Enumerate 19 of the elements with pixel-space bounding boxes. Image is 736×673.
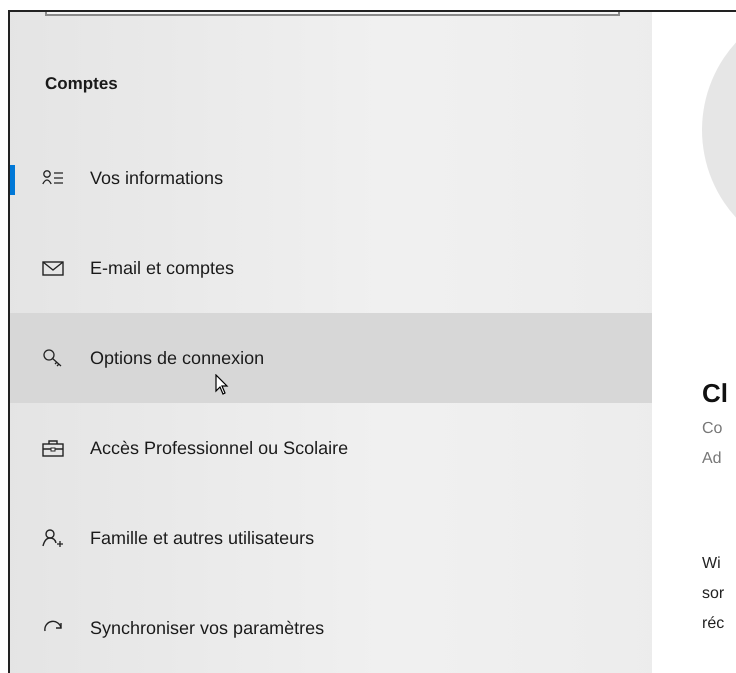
envelope-icon — [42, 259, 64, 278]
section-heading: Comptes — [45, 74, 118, 93]
description-line: réc — [702, 614, 724, 634]
sidebar-item[interactable]: Famille et autres utilisateurs — [10, 493, 652, 584]
account-detail: Ad — [702, 449, 722, 469]
sidebar-item[interactable]: Accès Professionnel ou Scolaire — [10, 403, 652, 494]
account-detail: Co — [702, 419, 722, 439]
description-line: sor — [702, 584, 724, 604]
briefcase-icon — [42, 439, 64, 458]
sidebar-item[interactable]: E-mail et comptes — [10, 223, 652, 314]
mouse-pointer-icon — [215, 374, 229, 396]
sidebar-item[interactable]: Synchroniser vos paramètres — [10, 583, 652, 673]
sidebar-item[interactable]: Vos informations — [10, 133, 652, 224]
account-name: Cl — [702, 377, 728, 410]
search-field[interactable] — [45, 12, 620, 16]
key-icon — [42, 349, 64, 368]
description-line: Wi — [702, 554, 722, 574]
sidebar-item[interactable]: Options de connexion — [10, 313, 652, 404]
person-plus-icon — [42, 529, 64, 548]
